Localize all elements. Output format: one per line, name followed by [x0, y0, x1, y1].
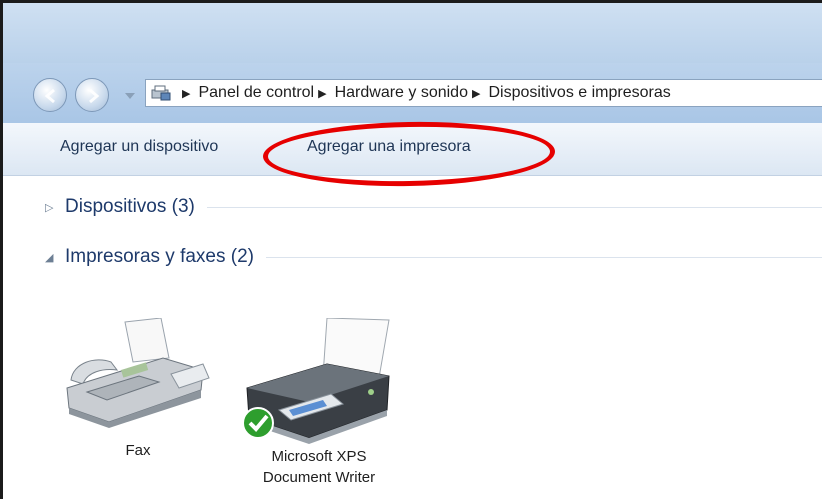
address-bar[interactable]: ▶ Panel de control ▶ Hardware y sonido ▶…: [145, 79, 822, 107]
back-button[interactable]: [33, 78, 67, 112]
device-xps-writer[interactable]: Microsoft XPS Document Writer: [239, 318, 399, 488]
group-label-devices: Dispositivos (3): [65, 196, 195, 217]
breadcrumb-devices-printers[interactable]: Dispositivos e impresoras: [488, 84, 670, 102]
group-divider: [206, 206, 822, 208]
device-label-line1: Microsoft XPS: [271, 448, 367, 465]
caret-right-icon: ▷: [45, 201, 54, 214]
breadcrumb-arrow-icon[interactable]: ▶: [472, 87, 480, 100]
fax-icon: [66, 318, 210, 428]
explorer-window: ▶ Panel de control ▶ Hardware y sonido ▶…: [0, 0, 822, 499]
caret-down-icon: ◢: [45, 251, 54, 264]
device-label-line2: Document Writer: [262, 469, 376, 486]
breadcrumb-hardware-sound[interactable]: Hardware y sonido: [335, 84, 468, 102]
breadcrumb-arrow-icon[interactable]: ▶: [318, 87, 326, 100]
device-fax[interactable]: Fax: [63, 318, 213, 461]
group-header-devices[interactable]: ▷ Dispositivos (3): [45, 196, 822, 218]
breadcrumb-control-panel[interactable]: Panel de control: [198, 84, 314, 102]
recent-pages-dropdown[interactable]: [123, 91, 137, 101]
back-arrow-icon: [44, 88, 55, 104]
breadcrumb-arrow-icon: ▶: [182, 87, 191, 100]
title-bar: [3, 3, 822, 63]
forward-arrow-icon: [89, 88, 100, 104]
group-header-printers[interactable]: ◢ Impresoras y faxes (2): [45, 246, 822, 268]
add-device-button[interactable]: Agregar un dispositivo: [60, 138, 218, 156]
devices-printers-icon: [151, 85, 171, 101]
checkmark-icon: [242, 407, 274, 439]
forward-button[interactable]: [75, 78, 109, 112]
group-label-printers: Impresoras y faxes (2): [65, 246, 254, 267]
device-label: Fax: [125, 442, 151, 459]
group-divider: [266, 256, 822, 258]
